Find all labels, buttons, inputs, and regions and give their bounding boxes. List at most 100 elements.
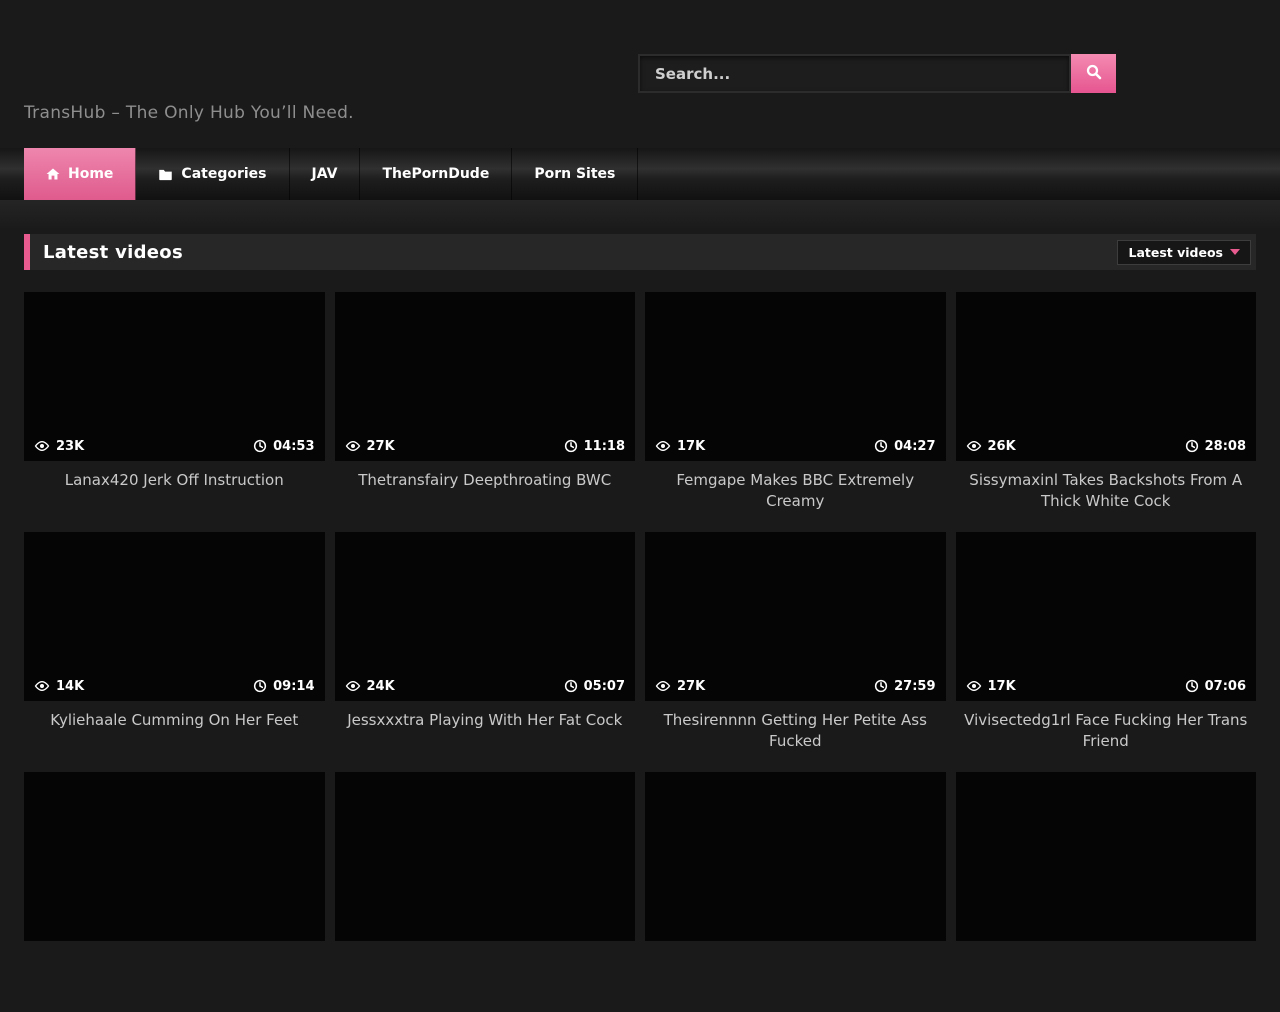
site-title: TransHub – The Only Hub You’ll Need. [24, 103, 354, 123]
video-title[interactable]: Kyliehaale Cumming On Her Feet [24, 710, 325, 731]
video-duration: 04:27 [874, 439, 935, 454]
video-stats: 24K 05:07 [345, 678, 626, 694]
nav-item-label: Porn Sites [534, 166, 615, 182]
video-title[interactable]: Femgape Makes BBC Extremely Creamy [645, 470, 946, 512]
nav-item-label: JAV [312, 166, 338, 182]
video-card[interactable] [645, 772, 946, 1012]
video-title[interactable]: Jessxxxtra Playing With Her Fat Cock [335, 710, 636, 731]
clock-icon [253, 439, 267, 453]
clock-icon [874, 679, 888, 693]
nav-item-porn-sites[interactable]: Porn Sites [512, 148, 638, 200]
section-title: Latest videos [43, 242, 183, 263]
clock-icon [1185, 439, 1199, 453]
view-count: 17K [655, 438, 705, 454]
search-button[interactable] [1071, 54, 1116, 93]
video-title[interactable]: Thesirennnn Getting Her Petite Ass Fucke… [645, 710, 946, 752]
main-content: Latest videos Latest videos 23K 04:53 Lana… [0, 230, 1280, 1012]
video-title[interactable]: Thetransfairy Deepthroating BWC [335, 470, 636, 491]
nav-item-label: ThePornDude [382, 166, 489, 182]
video-card[interactable]: 26K 28:08 Sissymaxinl Takes Backshots From… [956, 292, 1257, 532]
video-thumbnail[interactable]: 17K 04:27 [645, 292, 946, 461]
clock-icon [874, 439, 888, 453]
video-thumbnail[interactable]: 14K 09:14 [24, 532, 325, 701]
eye-icon [655, 438, 671, 454]
video-card[interactable] [956, 772, 1257, 1012]
clock-icon [564, 439, 578, 453]
video-duration: 09:14 [253, 679, 314, 694]
eye-icon [655, 678, 671, 694]
view-count: 14K [34, 678, 84, 694]
clock-icon [253, 679, 267, 693]
video-card[interactable]: 27K 27:59 Thesirennnn Getting Her Petite A… [645, 532, 946, 772]
video-card[interactable]: 17K 04:27 Femgape Makes BBC Extremely Crea… [645, 292, 946, 532]
eye-icon [345, 678, 361, 694]
video-duration: 28:08 [1185, 439, 1246, 454]
view-count: 27K [655, 678, 705, 694]
video-thumbnail[interactable]: 27K 27:59 [645, 532, 946, 701]
video-thumbnail[interactable]: 24K 05:07 [335, 532, 636, 701]
video-stats: 17K 07:06 [966, 678, 1247, 694]
video-stats: 26K 28:08 [966, 438, 1247, 454]
search-input[interactable] [638, 54, 1071, 93]
view-count: 26K [966, 438, 1016, 454]
nav-items: Home Categories JAV ThePornDude Porn Sit… [24, 148, 1280, 200]
video-title[interactable]: Vivisectedg1rl Face Fucking Her Trans Fr… [956, 710, 1257, 752]
video-title[interactable]: Lanax420 Jerk Off Instruction [24, 470, 325, 491]
video-card[interactable] [24, 772, 325, 1012]
view-count: 24K [345, 678, 395, 694]
video-thumbnail[interactable] [645, 772, 946, 941]
sort-dropdown[interactable]: Latest videos [1117, 240, 1251, 265]
video-thumbnail[interactable]: 26K 28:08 [956, 292, 1257, 461]
video-grid: 23K 04:53 Lanax420 Jerk Off Instruction 27K… [24, 292, 1256, 1012]
video-stats: 27K 11:18 [345, 438, 626, 454]
video-card[interactable]: 23K 04:53 Lanax420 Jerk Off Instruction [24, 292, 325, 532]
video-thumbnail[interactable]: 23K 04:53 [24, 292, 325, 461]
eye-icon [966, 678, 982, 694]
video-thumbnail[interactable] [335, 772, 636, 941]
sort-dropdown-label: Latest videos [1128, 245, 1223, 260]
video-card[interactable] [335, 772, 636, 1012]
video-stats: 17K 04:27 [655, 438, 936, 454]
eye-icon [34, 678, 50, 694]
video-thumbnail[interactable] [956, 772, 1257, 941]
site-header: TransHub – The Only Hub You’ll Need. [0, 0, 1280, 148]
video-stats: 23K 04:53 [34, 438, 315, 454]
view-count: 17K [966, 678, 1016, 694]
clock-icon [564, 679, 578, 693]
search-bar [638, 54, 1116, 93]
video-stats: 27K 27:59 [655, 678, 936, 694]
eye-icon [34, 438, 50, 454]
nav-item-label: Home [68, 166, 113, 182]
video-card[interactable]: 27K 11:18 Thetransfairy Deepthroating BWC [335, 292, 636, 532]
nav-item-categories[interactable]: Categories [136, 148, 289, 200]
video-thumbnail[interactable]: 27K 11:18 [335, 292, 636, 461]
home-icon [46, 167, 60, 181]
nav-shadow [0, 200, 1280, 230]
view-count: 23K [34, 438, 84, 454]
nav-item-label: Categories [181, 166, 266, 182]
video-duration: 27:59 [874, 679, 935, 694]
folder-icon [158, 167, 173, 182]
view-count: 27K [345, 438, 395, 454]
video-card[interactable]: 17K 07:06 Vivisectedg1rl Face Fucking Her … [956, 532, 1257, 772]
video-title[interactable]: Sissymaxinl Takes Backshots From A Thick… [956, 470, 1257, 512]
eye-icon [345, 438, 361, 454]
video-thumbnail[interactable]: 17K 07:06 [956, 532, 1257, 701]
eye-icon [966, 438, 982, 454]
video-duration: 11:18 [564, 439, 625, 454]
nav-item-home[interactable]: Home [24, 148, 136, 200]
chevron-down-icon [1230, 249, 1240, 255]
video-card[interactable]: 14K 09:14 Kyliehaale Cumming On Her Feet [24, 532, 325, 772]
video-stats: 14K 09:14 [34, 678, 315, 694]
clock-icon [1185, 679, 1199, 693]
nav-item-theporndude[interactable]: ThePornDude [360, 148, 512, 200]
video-duration: 04:53 [253, 439, 314, 454]
video-duration: 07:06 [1185, 679, 1246, 694]
video-duration: 05:07 [564, 679, 625, 694]
section-header: Latest videos Latest videos [24, 234, 1256, 270]
search-icon [1085, 63, 1103, 84]
main-nav: Home Categories JAV ThePornDude Porn Sit… [0, 148, 1280, 200]
video-thumbnail[interactable] [24, 772, 325, 941]
video-card[interactable]: 24K 05:07 Jessxxxtra Playing With Her Fat … [335, 532, 636, 772]
nav-item-jav[interactable]: JAV [290, 148, 361, 200]
